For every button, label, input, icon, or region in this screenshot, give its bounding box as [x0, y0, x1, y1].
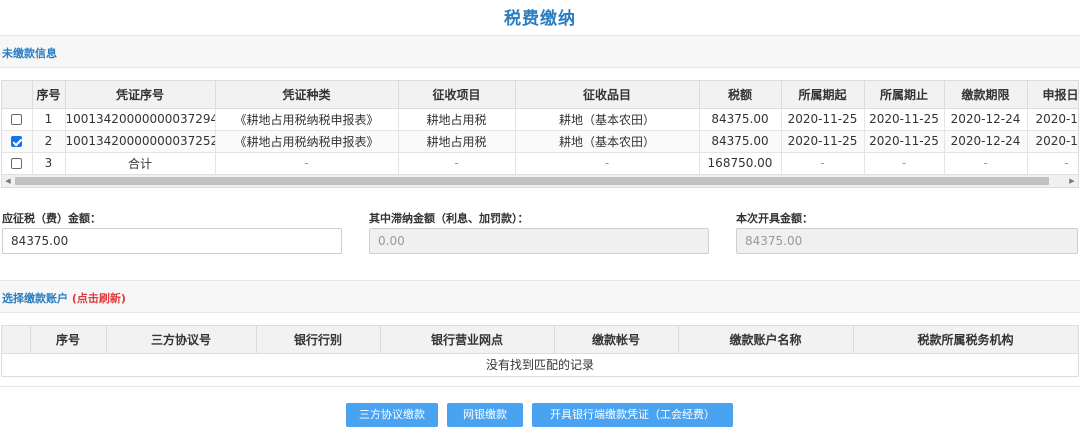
scrollbar-thumb[interactable] — [15, 177, 1049, 185]
column-header[interactable]: 三方协议号 — [106, 326, 257, 354]
table-row-total[interactable]: 3 合计 - - - 168750.00 - - - - — [2, 152, 1078, 175]
bank-voucher-button[interactable]: 开具银行端缴款凭证（工会经费） — [532, 403, 733, 427]
divider — [0, 386, 1080, 387]
select-column-header — [2, 326, 31, 354]
column-header[interactable]: 缴款账户名称 — [678, 326, 854, 354]
table-cell: 2020-11-2 — [1027, 130, 1078, 153]
horizontal-scrollbar[interactable]: ◀ ▶ — [2, 174, 1078, 187]
tax-due-field[interactable]: 84375.00 — [2, 228, 342, 254]
account-section-label: 选择缴款账户 — [2, 292, 68, 305]
table-cell: 2020-11-25 — [781, 108, 865, 131]
account-section-bar: 选择缴款账户 (点击刷新) — [0, 280, 1080, 313]
table-cell: 1 — [32, 108, 66, 131]
table-cell: - — [944, 152, 1028, 175]
column-header[interactable]: 征收品目 — [515, 81, 700, 109]
table-cell: 2020-11-25 — [864, 130, 945, 153]
table-cell: 168750.00 — [699, 152, 782, 175]
scroll-left-arrow-icon[interactable]: ◀ — [2, 176, 14, 187]
row-checkbox[interactable] — [11, 114, 23, 125]
column-header[interactable]: 税款所属税务机构 — [853, 326, 1079, 354]
table-cell: 10013420000000037294 — [65, 108, 216, 131]
table-cell: 2020-11-25 — [864, 108, 945, 131]
column-header[interactable]: 序号 — [30, 326, 107, 354]
column-header[interactable]: 申报日期 — [1027, 81, 1078, 109]
tax-due-label: 应征税（费）金额： — [2, 212, 101, 225]
table-cell: - — [781, 152, 865, 175]
row-select-cell[interactable] — [2, 130, 33, 153]
account-section-title: 选择缴款账户 (点击刷新) — [2, 290, 126, 306]
table-cell: 耕地占用税 — [398, 108, 516, 131]
column-header[interactable]: 银行行别 — [256, 326, 381, 354]
account-table: 序号 三方协议号 银行行别 银行营业网点 缴款帐号 缴款账户名称 税款所属税务机… — [2, 326, 1079, 354]
table-cell: 耕地占用税 — [398, 130, 516, 153]
unpaid-table-header: 序号 凭证序号 凭证种类 征收项目 征收品目 税额 所属期起 所属期止 缴款期限… — [2, 81, 1078, 109]
column-header[interactable]: 凭证序号 — [65, 81, 216, 109]
row-select-cell[interactable] — [2, 108, 33, 131]
table-cell: - — [215, 152, 399, 175]
table-cell: 2020-12-24 — [944, 130, 1028, 153]
select-column-header — [2, 81, 33, 109]
table-cell: 耕地（基本农田） — [515, 108, 700, 131]
issue-amount-field: 84375.00 — [736, 228, 1078, 254]
column-header[interactable]: 缴款期限 — [944, 81, 1028, 109]
column-header[interactable]: 征收项目 — [398, 81, 516, 109]
table-cell: - — [515, 152, 700, 175]
unpaid-section-bar: 未缴款信息 — [0, 35, 1080, 68]
row-select-cell[interactable] — [2, 152, 33, 175]
table-cell: 84375.00 — [699, 130, 782, 153]
unpaid-section-title: 未缴款信息 — [2, 47, 57, 60]
account-table-header: 序号 三方协议号 银行行别 银行营业网点 缴款帐号 缴款账户名称 税款所属税务机… — [2, 326, 1079, 354]
column-header[interactable]: 所属期止 — [864, 81, 945, 109]
column-header[interactable]: 税额 — [699, 81, 782, 109]
table-cell: 2 — [32, 130, 66, 153]
unpaid-table-container: 序号 凭证序号 凭证种类 征收项目 征收品目 税额 所属期起 所属期止 缴款期限… — [1, 80, 1079, 188]
column-header[interactable]: 银行营业网点 — [380, 326, 555, 354]
table-cell: 2020-11-2 — [1027, 108, 1078, 131]
refresh-link[interactable]: (点击刷新) — [72, 292, 126, 305]
row-checkbox[interactable] — [11, 136, 23, 147]
table-cell: 耕地（基本农田） — [515, 130, 700, 153]
table-cell: 2020-12-24 — [944, 108, 1028, 131]
account-table-container: 序号 三方协议号 银行行别 银行营业网点 缴款帐号 缴款账户名称 税款所属税务机… — [1, 325, 1079, 377]
column-header[interactable]: 序号 — [32, 81, 66, 109]
table-cell: 3 — [32, 152, 66, 175]
scroll-right-arrow-icon[interactable]: ▶ — [1066, 176, 1078, 187]
late-fee-field: 0.00 — [369, 228, 709, 254]
table-cell: 合计 — [65, 152, 216, 175]
column-header[interactable]: 所属期起 — [781, 81, 865, 109]
issue-amount-label: 本次开具金额： — [736, 212, 813, 225]
late-fee-label: 其中滞纳金额（利息、加罚款）： — [369, 212, 529, 225]
unpaid-table: 序号 凭证序号 凭证种类 征收项目 征收品目 税额 所属期起 所属期止 缴款期限… — [2, 81, 1078, 175]
table-cell: 2020-11-25 — [781, 130, 865, 153]
table-cell: 《耕地占用税纳税申报表》 — [215, 130, 399, 153]
table-cell: 84375.00 — [699, 108, 782, 131]
table-cell: - — [1027, 152, 1078, 175]
column-header[interactable]: 凭证种类 — [215, 81, 399, 109]
table-row[interactable]: 1 10013420000000037294 《耕地占用税纳税申报表》 耕地占用… — [2, 108, 1078, 131]
table-cell: 《耕地占用税纳税申报表》 — [215, 108, 399, 131]
page-title: 税费缴纳 — [504, 9, 576, 29]
row-checkbox[interactable] — [11, 158, 23, 169]
table-cell: - — [864, 152, 945, 175]
online-bank-payment-button[interactable]: 网银缴款 — [447, 403, 523, 427]
empty-message: 没有找到匹配的记录 — [485, 357, 594, 372]
table-cell: 10013420000000037252 — [65, 130, 216, 153]
table-cell: - — [398, 152, 516, 175]
column-header[interactable]: 缴款帐号 — [554, 326, 679, 354]
tripartite-payment-button[interactable]: 三方协议缴款 — [346, 403, 438, 427]
table-row[interactable]: 2 10013420000000037252 《耕地占用税纳税申报表》 耕地占用… — [2, 130, 1078, 153]
